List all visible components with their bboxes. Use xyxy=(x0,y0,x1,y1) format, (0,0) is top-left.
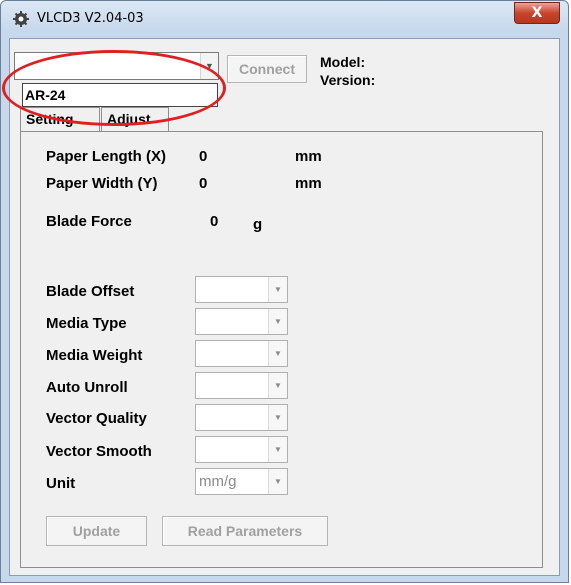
paper-width-unit: mm xyxy=(295,175,322,192)
unit-select[interactable]: mm/g ▼ xyxy=(195,468,288,495)
media-weight-label: Media Weight xyxy=(46,347,143,364)
title-bar[interactable]: VLCD3 V2.04-03 X xyxy=(1,1,568,37)
auto-unroll-select[interactable]: ▼ xyxy=(195,372,288,399)
vector-quality-label: Vector Quality xyxy=(46,410,147,427)
paper-length-unit: mm xyxy=(295,148,322,165)
media-type-label: Media Type xyxy=(46,315,127,332)
update-button[interactable]: Update xyxy=(46,516,147,546)
vector-smooth-select[interactable]: ▼ xyxy=(195,436,288,463)
blade-force-unit: g xyxy=(253,216,263,233)
media-type-select[interactable]: ▼ xyxy=(195,308,288,335)
chevron-down-icon[interactable]: ▼ xyxy=(268,341,287,366)
read-parameters-button[interactable]: Read Parameters xyxy=(162,516,328,546)
auto-unroll-label: Auto Unroll xyxy=(46,379,128,396)
chevron-down-icon[interactable]: ▼ xyxy=(268,309,287,334)
red-highlight-ellipse xyxy=(2,50,226,126)
model-label: Model: xyxy=(320,54,366,70)
media-weight-select[interactable]: ▼ xyxy=(195,340,288,367)
connect-button[interactable]: Connect xyxy=(227,55,307,83)
chevron-down-icon[interactable]: ▼ xyxy=(268,405,287,430)
version-label: Version: xyxy=(320,72,376,88)
blade-offset-select[interactable]: ▼ xyxy=(195,276,288,303)
vector-quality-select[interactable]: ▼ xyxy=(195,404,288,431)
paper-width-label: Paper Width (Y) xyxy=(46,175,158,192)
blade-force-value: 0 xyxy=(210,213,219,230)
chevron-down-icon[interactable]: ▼ xyxy=(268,469,287,494)
paper-length-label: Paper Length (X) xyxy=(46,148,167,165)
unit-label: Unit xyxy=(46,475,76,492)
close-button[interactable]: X xyxy=(514,2,560,24)
chevron-down-icon[interactable]: ▼ xyxy=(268,277,287,302)
gear-icon xyxy=(13,11,29,27)
chevron-down-icon[interactable]: ▼ xyxy=(268,437,287,462)
paper-length-value: 0 xyxy=(199,148,208,165)
vector-smooth-label: Vector Smooth xyxy=(46,443,152,460)
paper-width-value: 0 xyxy=(199,175,208,192)
blade-force-label: Blade Force xyxy=(46,213,132,230)
window-title: VLCD3 V2.04-03 xyxy=(37,11,144,26)
unit-value: mm/g xyxy=(199,473,237,490)
blade-offset-label: Blade Offset xyxy=(46,283,135,300)
chevron-down-icon[interactable]: ▼ xyxy=(268,373,287,398)
